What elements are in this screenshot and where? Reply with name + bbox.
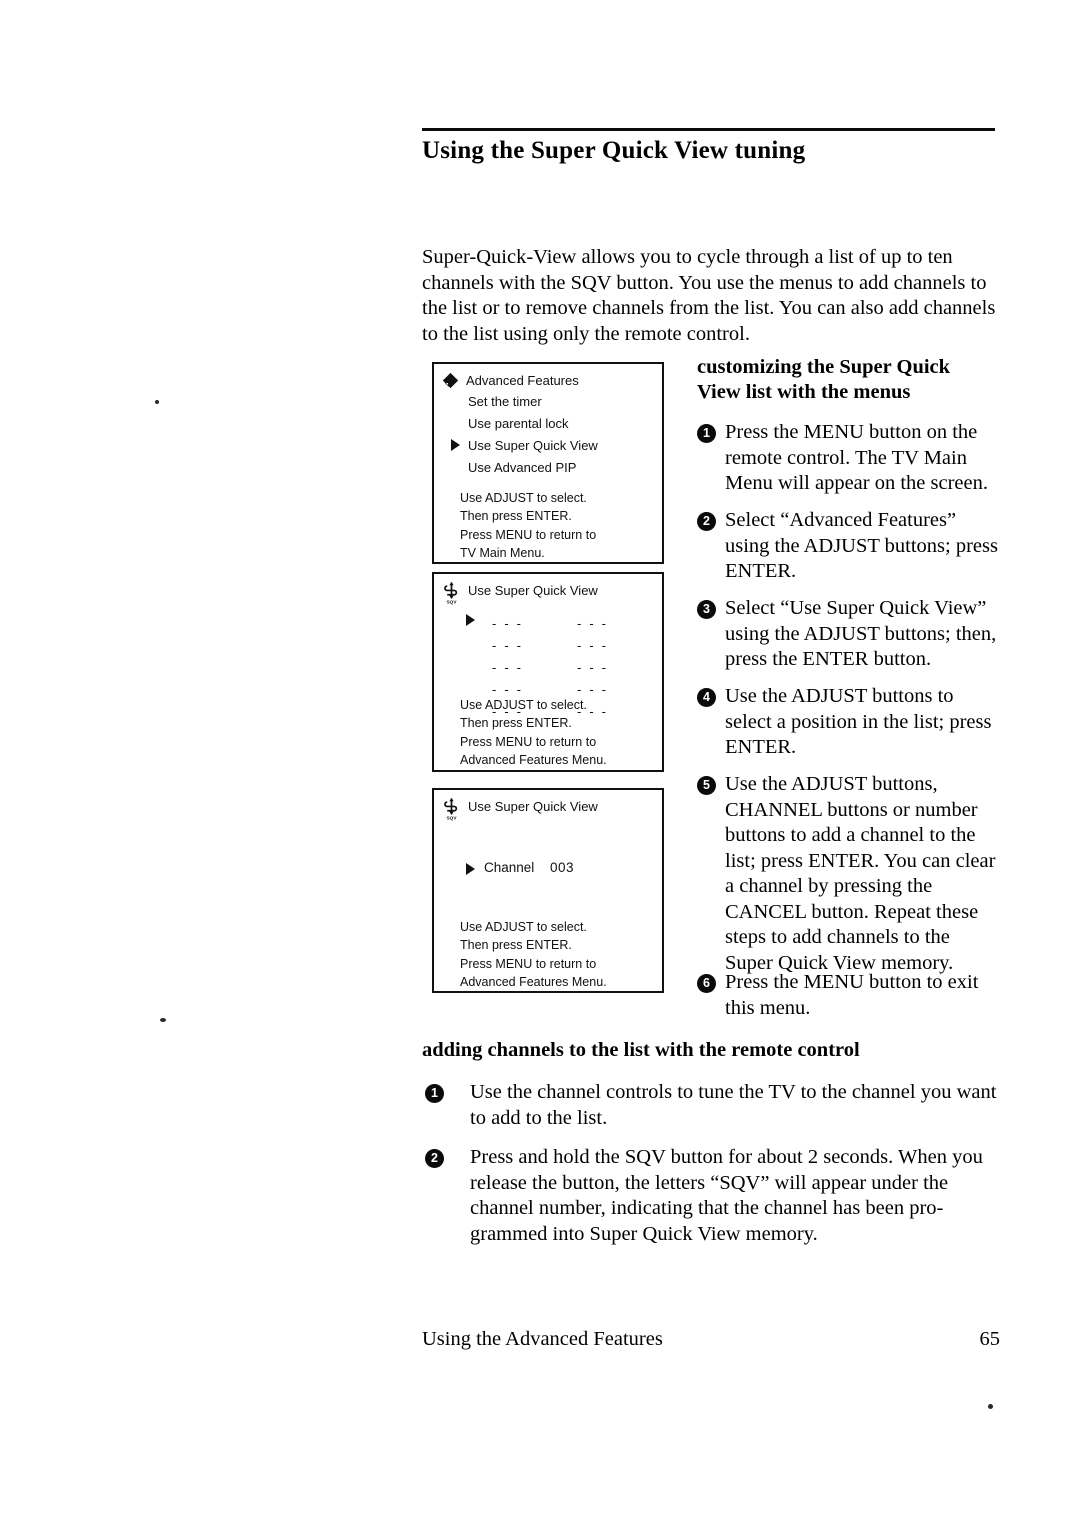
slot-row: - - - - - - [492,634,662,656]
footnote-line: Use ADJUST to select. [460,920,587,934]
footer-page-number: 65 [979,1328,1001,1350]
step-text: Press the MENU button to exit this menu. [725,971,979,1019]
slot-cell[interactable]: - - - [492,638,577,653]
slot-row: - - - - - - [492,612,662,634]
screen2-title-row: SQV Use Super Quick View [442,581,598,605]
step-number-badge: 5 [697,776,716,795]
screen1-title: Advanced Features [466,373,579,388]
step-number-badge: 4 [697,688,716,707]
scan-artifact [155,400,159,404]
footnote-line: Press MENU to return to [460,734,597,749]
footnote-line: TV Main Menu. [460,545,545,560]
slot-cell[interactable]: - - - [577,682,662,697]
menu-item-label: Use parental lock [468,416,569,431]
footnote-line: Advanced Features Menu. [460,752,607,767]
menu-item-label: Use Advanced PIP [468,460,577,475]
channel-entry-row[interactable]: Channel 003 [466,860,574,875]
adding-channels-section-heading: adding channels to the list with the rem… [422,1039,860,1061]
screen1-title-row: Advanced Features [442,372,579,389]
selection-arrow-icon [466,614,475,626]
customizing-step-5: 5 Use the ADJUST buttons, CHANNEL button… [697,772,1002,976]
screen2-footnotes: Use ADJUST to select. Then press ENTER. … [460,696,607,769]
step-text: Use the ADJUST buttons, CHANNEL buttons … [725,773,996,974]
menu-item-use-parental-lock[interactable]: Use parental lock [468,416,568,431]
step-number-badge: 1 [697,424,716,443]
selection-arrow-icon [451,439,460,451]
slot-cell[interactable]: - - - [492,616,577,631]
channel-label: Channel [484,860,535,875]
menu-item-use-super-quick-view[interactable]: Use Super Quick View [451,438,598,453]
footnote-line: Press MENU to return to [460,527,597,542]
scan-artifact [160,1018,166,1022]
adding-channels-step-2: 2 Press and hold the SQV button for abou… [425,1145,1005,1247]
tv-menu-screen-sqv-channel-entry: SQV Use Super Quick View Channel 003 Use… [432,788,664,993]
screen3-title: Use Super Quick View [468,799,598,814]
screen3-title-row: SQV Use Super Quick View [442,797,598,821]
header-rule [422,128,995,131]
step-text: Press the MENU button on the remote cont… [725,421,988,494]
selection-arrow-icon [466,863,475,875]
scan-artifact [988,1404,993,1409]
screen3-footnotes: Use ADJUST to select. Then press ENTER. … [460,918,607,991]
slot-cell[interactable]: - - - [492,682,577,697]
manual-page: Using the Super Quick View tuning Super-… [0,0,1080,1526]
menu-item-label: Set the timer [468,394,542,409]
footnote-line: Use ADJUST to select. [460,698,587,712]
svg-text:SQV: SQV [447,816,458,821]
tv-menu-screen-advanced-features: Advanced Features Set the timer Use pare… [432,362,664,564]
menu-item-label: Use Super Quick View [468,438,598,453]
customizing-step-6: 6 Press the MENU button to exit this men… [697,970,1002,1021]
footer-section-name: Using the Advanced Features [422,1328,663,1350]
sqv-logo-icon: SQV [444,581,458,605]
menu-item-use-advanced-pip[interactable]: Use Advanced PIP [468,460,576,475]
page-title: Using the Super Quick View tuning [422,137,806,164]
slot-row: - - - - - - [492,656,662,678]
step-text: Press and hold the SQV button for about … [470,1146,983,1245]
step-number-badge: 6 [697,974,716,993]
screen1-footnotes: Use ADJUST to select. Then press ENTER. … [460,489,596,562]
screen2-title: Use Super Quick View [468,583,598,598]
menu-item-set-the-timer[interactable]: Set the timer [468,394,542,409]
footnote-line: Then press ENTER. [460,509,572,524]
adding-channels-step-1: 1 Use the channel controls to tune the T… [425,1080,1005,1131]
step-number-badge: 3 [697,600,716,619]
step-text: Select “Use Super Quick View” using the … [725,597,997,670]
step-number-badge: 2 [425,1149,444,1168]
footnote-line: Use ADJUST to select. [460,491,587,505]
intro-paragraph: Super-Quick-View allows you to cycle thr… [422,246,996,345]
slot-cell[interactable]: - - - [577,616,662,631]
channel-value[interactable]: 003 [550,860,574,875]
step-number-badge: 2 [697,512,716,531]
footnote-line: Then press ENTER. [460,716,572,731]
step-text: Select “Advanced Features” using the ADJ… [725,509,998,582]
sqv-logo-icon: SQV [444,797,458,821]
step-text: Use the ADJUST buttons to select a posit… [725,685,992,758]
slot-cell[interactable]: - - - [577,638,662,653]
slot-cell[interactable]: - - - [577,660,662,675]
svg-text:SQV: SQV [447,600,458,605]
step-number-badge: 1 [425,1084,444,1103]
step-text: Use the channel controls to tune the TV … [470,1081,997,1129]
customizing-step-1: 1 Press the MENU button on the remote co… [697,420,1002,497]
diamond-icon [442,372,459,389]
slot-cell[interactable]: - - - [492,660,577,675]
footnote-line: Advanced Features Menu. [460,974,607,989]
customizing-step-4: 4 Use the ADJUST buttons to select a pos… [697,684,1002,761]
customizing-step-2: 2 Select “Advanced Features” using the A… [697,508,1002,585]
footnote-line: Press MENU to return to [460,956,597,971]
tv-menu-screen-sqv-list: SQV Use Super Quick View - - - - - - - -… [432,572,664,772]
footnote-line: Then press ENTER. [460,938,572,953]
customizing-section-heading: customizing the Super Quick View list wi… [697,356,951,403]
customizing-step-3: 3 Select “Use Super Quick View” using th… [697,596,1002,673]
